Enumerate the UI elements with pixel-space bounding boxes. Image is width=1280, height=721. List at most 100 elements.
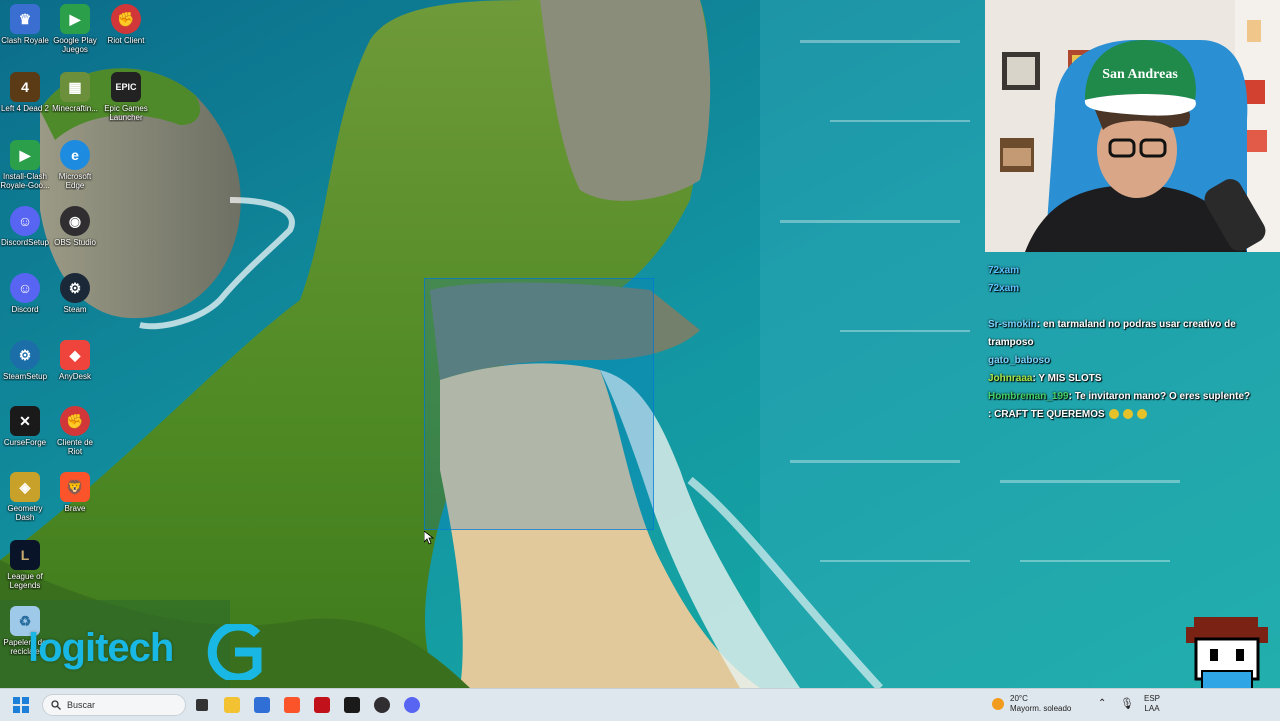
- store-icon: [254, 697, 270, 713]
- language-indicator[interactable]: ESP LAA: [1144, 694, 1160, 714]
- desktop-icon-microsoft-edge[interactable]: e Microsoft Edge: [50, 140, 100, 190]
- emote-icon: [1136, 409, 1147, 420]
- language-line2: LAA: [1144, 704, 1160, 713]
- chat-username: Hombreman_199: [988, 391, 1069, 402]
- taskbar-app-brave[interactable]: [278, 691, 306, 719]
- chat-message: 72xam: [988, 262, 1278, 280]
- weather-temp: 20°C: [1010, 694, 1028, 703]
- chat-username: Johnraaa: [988, 373, 1033, 384]
- desktop-icon-steam-setup[interactable]: ⚙ SteamSetup: [0, 340, 50, 381]
- sun-icon: [992, 698, 1004, 710]
- mouse-cursor-icon: [423, 530, 435, 550]
- start-button[interactable]: [6, 690, 36, 720]
- google-play-games-icon: ▶: [10, 140, 40, 170]
- clash-royale-icon: ♛: [10, 4, 40, 34]
- netflix-icon: [314, 697, 330, 713]
- chat-message: Johnraaa: Y MIS SLOTS: [988, 370, 1278, 388]
- desktop-icon-label: Discord: [11, 305, 39, 314]
- taskbar-search-input[interactable]: Buscar: [42, 694, 186, 716]
- desktop-icon-minecraft[interactable]: ▦ Minecraftin...: [50, 72, 100, 113]
- search-icon: [51, 700, 61, 710]
- selection-rectangle: [424, 278, 654, 530]
- desktop-icon-steam[interactable]: ⚙ Steam: [50, 273, 100, 314]
- desktop-icon-brave[interactable]: 🦁 Brave: [50, 472, 100, 513]
- chat-username: 72xam: [988, 265, 1020, 276]
- taskbar-app-obs-studio[interactable]: [368, 691, 396, 719]
- chat-text: : CRAFT TE QUEREMOS: [988, 409, 1105, 420]
- desktop-icon-label: Clash Royale: [1, 36, 49, 45]
- emote-icon: [1108, 409, 1119, 420]
- chat-username: 72xam: [988, 283, 1020, 294]
- desktop-icon-label: League of Legends: [7, 572, 43, 590]
- desktop-icon-label: Steam: [63, 305, 87, 314]
- task-view-icon: [196, 699, 208, 711]
- desktop-icon-discord-setup[interactable]: ☺ DiscordSetup: [0, 206, 50, 247]
- desktop-icon-discord[interactable]: ☺ Discord: [0, 273, 50, 314]
- obs-icon: ◉: [60, 206, 90, 236]
- tray-chevron-up-icon[interactable]: ⌃: [1098, 698, 1106, 709]
- desktop-icon-label: Riot Client: [107, 36, 145, 45]
- discord-icon: ☺: [10, 206, 40, 236]
- curseforge-icon: ✕: [10, 406, 40, 436]
- chat-message: : CRAFT TE QUEREMOS: [988, 406, 1278, 424]
- logitech-logo: logitech: [28, 626, 174, 670]
- taskbar-app-microsoft-store[interactable]: [248, 691, 276, 719]
- desktop-icon-label: CurseForge: [3, 438, 47, 447]
- edge-icon: e: [60, 140, 90, 170]
- taskbar-app-file-explorer[interactable]: [218, 691, 246, 719]
- logitech-g-icon: [205, 621, 263, 685]
- chat-message: [988, 298, 1278, 316]
- desktop-icon-anydesk[interactable]: ◆ AnyDesk: [50, 340, 100, 381]
- chat-message: Hombreman_199: Te invitaron mano? O eres…: [988, 388, 1278, 406]
- windows-icon: [13, 697, 29, 713]
- desktop-icon-obs-studio[interactable]: ◉ OBS Studio: [50, 206, 100, 247]
- discord-icon: [404, 697, 420, 713]
- desktop-icon-label: Epic Games Launcher: [104, 104, 148, 122]
- left4dead-icon: 4: [10, 72, 40, 102]
- stream-chat: 72xam 72xam Sr-smokin: en tarmaland no p…: [988, 262, 1278, 424]
- desktop-icon-geometry-dash[interactable]: ◈ Geometry Dash: [0, 472, 50, 522]
- weather-desc: Mayorm. soleado: [1010, 704, 1072, 713]
- desktop-icon-curseforge[interactable]: ✕ CurseForge: [0, 406, 50, 447]
- anydesk-icon: ◆: [60, 340, 90, 370]
- desktop-icon-clash-royale[interactable]: ♛ Clash Royale: [0, 4, 50, 45]
- task-view-button[interactable]: [188, 691, 216, 719]
- desktop-icon-label: Google Play Juegos: [53, 36, 97, 54]
- taskbar: Buscar 20°C Mayorm. soleado ⌃ 🎙 ESP LAA: [0, 688, 1280, 721]
- discord-icon: ☺: [10, 273, 40, 303]
- minecraft-icon: ▦: [60, 72, 90, 102]
- desktop-icon-install-clash-royale[interactable]: ▶ Install-Clash Royale-Goo...: [0, 140, 50, 190]
- taskbar-app-curseforge[interactable]: [338, 691, 366, 719]
- chat-username: gato_baboso: [988, 355, 1051, 366]
- riot-client-icon: ✊: [111, 4, 141, 34]
- steam-icon: ⚙: [60, 273, 90, 303]
- chat-text: : Te invitaron mano? O eres suplente?: [1068, 391, 1251, 402]
- obs-icon: [374, 697, 390, 713]
- language-line1: ESP: [1144, 694, 1161, 703]
- desktop-icon-label: Install-Clash Royale-Goo...: [0, 172, 50, 190]
- desktop-icon-label: SteamSetup: [2, 372, 48, 381]
- desktop-icon-label: Geometry Dash: [7, 504, 43, 522]
- epic-games-icon: EPIC: [111, 72, 141, 102]
- desktop-icon-league-of-legends[interactable]: L League of Legends: [0, 540, 50, 590]
- geometry-dash-icon: ◈: [10, 472, 40, 502]
- desktop-icon-left4dead2[interactable]: 4 Left 4 Dead 2: [0, 72, 50, 113]
- desktop-icon-label: Cliente de Riot: [56, 438, 94, 456]
- taskbar-app-netflix[interactable]: [308, 691, 336, 719]
- taskbar-app-discord[interactable]: [398, 691, 426, 719]
- desktop-icon-label: Microsoft Edge: [58, 172, 92, 190]
- webcam-cap-text: San Andreas: [1102, 67, 1178, 82]
- desktop-icon-epic-games[interactable]: EPIC Epic Games Launcher: [101, 72, 151, 122]
- curseforge-icon: [344, 697, 360, 713]
- weather-widget[interactable]: 20°C Mayorm. soleado: [992, 694, 1071, 714]
- desktop-icon-riot-client[interactable]: ✊ Riot Client: [101, 4, 151, 45]
- brave-icon: 🦁: [60, 472, 90, 502]
- chat-message: Sr-smokin: en tarmaland no podras usar c…: [988, 316, 1278, 352]
- folder-icon: [224, 697, 240, 713]
- microphone-icon[interactable]: 🎙: [1120, 697, 1134, 710]
- google-play-games-icon: ▶: [60, 4, 90, 34]
- desktop-icon-label: Left 4 Dead 2: [0, 104, 50, 113]
- desktop-icon-cliente-de-riot[interactable]: ✊ Cliente de Riot: [50, 406, 100, 456]
- desktop-icon-label: OBS Studio: [54, 238, 96, 247]
- desktop-icon-google-play-games[interactable]: ▶ Google Play Juegos: [50, 4, 100, 54]
